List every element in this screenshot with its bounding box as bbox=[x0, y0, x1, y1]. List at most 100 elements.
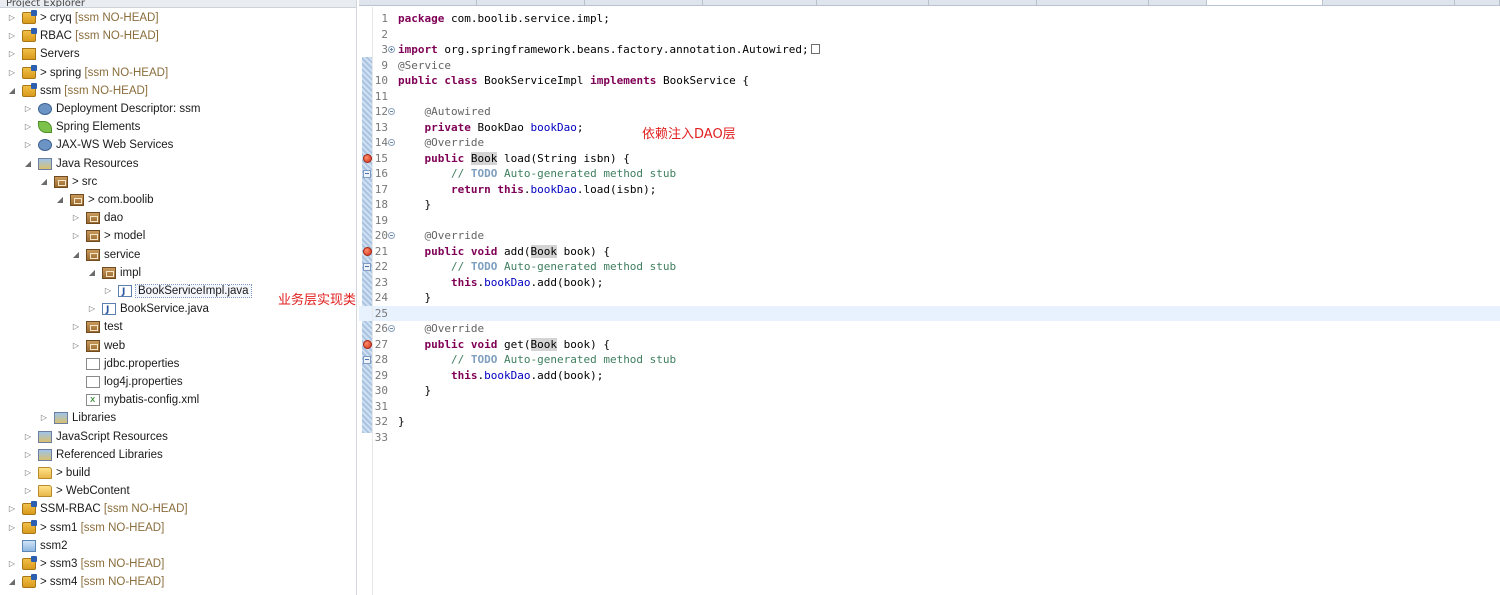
code-line[interactable]: 16 // TODO Auto-generated method stub bbox=[359, 166, 1500, 182]
collapse-arrow-icon[interactable]: ▷ bbox=[71, 337, 81, 355]
code-line[interactable]: 14 @Override bbox=[359, 135, 1500, 151]
tree-item[interactable]: ▷ > WebContent bbox=[0, 482, 356, 500]
editor-tab[interactable] bbox=[1149, 0, 1207, 5]
tree-item[interactable]: ◢ ssm [ssm NO-HEAD] bbox=[0, 82, 356, 100]
tree-item[interactable]: ssm2 bbox=[0, 537, 356, 555]
editor-tab[interactable] bbox=[929, 0, 1037, 5]
tree-item[interactable]: ◢ Java Resources bbox=[0, 155, 356, 173]
code-line[interactable]: 21 public void add(Book book) { bbox=[359, 244, 1500, 260]
code-line[interactable]: 9 @Service bbox=[359, 58, 1500, 74]
tree-item[interactable]: ▷ dao bbox=[0, 209, 356, 227]
tree-item[interactable]: ▷ > ssm3 [ssm NO-HEAD] bbox=[0, 555, 356, 573]
editor-tab[interactable] bbox=[817, 0, 929, 5]
tree-item[interactable]: ◢ > src bbox=[0, 173, 356, 191]
fold-collapse-icon[interactable] bbox=[388, 232, 395, 239]
editor-tab[interactable] bbox=[585, 0, 703, 5]
tree-item[interactable]: ▷ SSM-RBAC [ssm NO-HEAD] bbox=[0, 500, 356, 518]
override-marker-icon[interactable] bbox=[363, 339, 372, 349]
editor-tab[interactable] bbox=[1037, 0, 1149, 5]
task-marker-icon[interactable] bbox=[363, 356, 371, 364]
code-line[interactable]: 11 bbox=[359, 89, 1500, 105]
fold-collapse-icon[interactable] bbox=[388, 325, 395, 332]
code-line[interactable]: 10 public class BookServiceImpl implement… bbox=[359, 73, 1500, 89]
tree-item[interactable]: ▷ > cryq [ssm NO-HEAD] bbox=[0, 9, 356, 27]
code-line[interactable]: 29 this.bookDao.add(book); bbox=[359, 368, 1500, 384]
expand-arrow-icon[interactable]: ◢ bbox=[7, 573, 17, 591]
code-line[interactable]: 15 public Book load(String isbn) { bbox=[359, 151, 1500, 167]
collapse-arrow-icon[interactable]: ▷ bbox=[23, 118, 33, 136]
tree-item[interactable]: ▷ > model bbox=[0, 227, 356, 245]
tree-item[interactable]: log4j.properties bbox=[0, 373, 356, 391]
explorer-view-title[interactable]: Project Explorer bbox=[0, 0, 356, 8]
fold-expand-icon[interactable] bbox=[388, 46, 395, 53]
tree-item[interactable]: ▷ Spring Elements bbox=[0, 118, 356, 136]
editor-tab[interactable] bbox=[703, 0, 817, 5]
tree-item[interactable]: ▷ JavaScript Resources bbox=[0, 428, 356, 446]
tree-item[interactable]: ▷ JAX-WS Web Services bbox=[0, 136, 356, 154]
tree-item[interactable]: jdbc.properties bbox=[0, 355, 356, 373]
editor-tab[interactable] bbox=[477, 0, 585, 5]
tree-item[interactable]: ▷ RBAC [ssm NO-HEAD] bbox=[0, 27, 356, 45]
tree-item[interactable]: ▷ > spring [ssm NO-HEAD] bbox=[0, 64, 356, 82]
collapse-arrow-icon[interactable]: ▷ bbox=[7, 9, 17, 27]
tree-item[interactable]: ▷ Libraries bbox=[0, 409, 356, 427]
collapse-arrow-icon[interactable]: ▷ bbox=[23, 428, 33, 446]
tree-item[interactable]: ◢ > com.boolib bbox=[0, 191, 356, 209]
tree-item[interactable]: ◢ impl bbox=[0, 264, 356, 282]
tree-item[interactable]: ▷ web bbox=[0, 337, 356, 355]
tree-item[interactable]: ▷ Servers bbox=[0, 45, 356, 63]
fold-collapse-icon[interactable] bbox=[388, 139, 395, 146]
tree-item[interactable]: ▷ > build bbox=[0, 464, 356, 482]
code-line[interactable]: 25 bbox=[359, 305, 1500, 321]
override-marker-icon[interactable] bbox=[363, 153, 372, 163]
tree-item[interactable]: ▷ test bbox=[0, 318, 356, 336]
code-line[interactable]: 19 bbox=[359, 213, 1500, 229]
code-line[interactable]: 31 bbox=[359, 399, 1500, 415]
fold-collapse-icon[interactable] bbox=[388, 108, 395, 115]
collapse-arrow-icon[interactable]: ▷ bbox=[71, 227, 81, 245]
code-line[interactable]: 26 @Override bbox=[359, 321, 1500, 337]
collapse-arrow-icon[interactable]: ▷ bbox=[7, 500, 17, 518]
tree-item[interactable]: ◢ > ssm4 [ssm NO-HEAD] bbox=[0, 573, 356, 591]
code-line[interactable]: 3 import org.springframework.beans.factor… bbox=[359, 42, 1500, 58]
tree-item[interactable]: mybatis-config.xml bbox=[0, 391, 356, 409]
expand-arrow-icon[interactable]: ◢ bbox=[87, 264, 97, 282]
collapse-arrow-icon[interactable]: ▷ bbox=[71, 318, 81, 336]
collapse-arrow-icon[interactable]: ▷ bbox=[103, 282, 113, 300]
code-line[interactable]: 18 } bbox=[359, 197, 1500, 213]
collapse-arrow-icon[interactable]: ▷ bbox=[23, 482, 33, 500]
collapse-arrow-icon[interactable]: ▷ bbox=[7, 555, 17, 573]
code-editor[interactable]: 1 package com.boolib.service.impl; 2 3 impor… bbox=[359, 7, 1500, 595]
tree-item[interactable]: ◢ service bbox=[0, 246, 356, 264]
code-line[interactable]: 22 // TODO Auto-generated method stub bbox=[359, 259, 1500, 275]
task-marker-icon[interactable] bbox=[363, 263, 371, 271]
collapse-arrow-icon[interactable]: ▷ bbox=[7, 64, 17, 82]
code-line[interactable]: 28 // TODO Auto-generated method stub bbox=[359, 352, 1500, 368]
expand-arrow-icon[interactable]: ◢ bbox=[71, 246, 81, 264]
collapse-arrow-icon[interactable]: ▷ bbox=[7, 27, 17, 45]
expand-arrow-icon[interactable]: ◢ bbox=[39, 173, 49, 191]
override-marker-icon[interactable] bbox=[363, 246, 372, 256]
editor-tab[interactable] bbox=[367, 0, 477, 5]
code-line[interactable]: 12 @Autowired bbox=[359, 104, 1500, 120]
collapse-arrow-icon[interactable]: ▷ bbox=[7, 519, 17, 537]
code-line[interactable]: 2 bbox=[359, 27, 1500, 43]
tree-item[interactable]: ▷ Deployment Descriptor: ssm bbox=[0, 100, 356, 118]
code-line[interactable]: 27 public void get(Book book) { bbox=[359, 337, 1500, 353]
expand-arrow-icon[interactable]: ◢ bbox=[7, 82, 17, 100]
code-line[interactable]: 23 this.bookDao.add(book); bbox=[359, 275, 1500, 291]
collapse-arrow-icon[interactable]: ▷ bbox=[23, 446, 33, 464]
code-line[interactable]: 24 } bbox=[359, 290, 1500, 306]
tree-item[interactable]: ▷ Referenced Libraries bbox=[0, 446, 356, 464]
editor-tab[interactable] bbox=[1455, 0, 1500, 5]
collapse-arrow-icon[interactable]: ▷ bbox=[39, 409, 49, 427]
collapse-arrow-icon[interactable]: ▷ bbox=[87, 300, 97, 318]
tree-item[interactable]: ▷ > ssm1 [ssm NO-HEAD] bbox=[0, 519, 356, 537]
collapse-arrow-icon[interactable]: ▷ bbox=[71, 209, 81, 227]
code-line[interactable]: 17 return this.bookDao.load(isbn); bbox=[359, 182, 1500, 198]
editor-tab-active[interactable] bbox=[1207, 0, 1323, 5]
code-line[interactable]: 20 @Override bbox=[359, 228, 1500, 244]
code-line[interactable]: 30 } bbox=[359, 383, 1500, 399]
code-line[interactable]: 32} bbox=[359, 414, 1500, 430]
code-line[interactable]: 33 bbox=[359, 430, 1500, 446]
